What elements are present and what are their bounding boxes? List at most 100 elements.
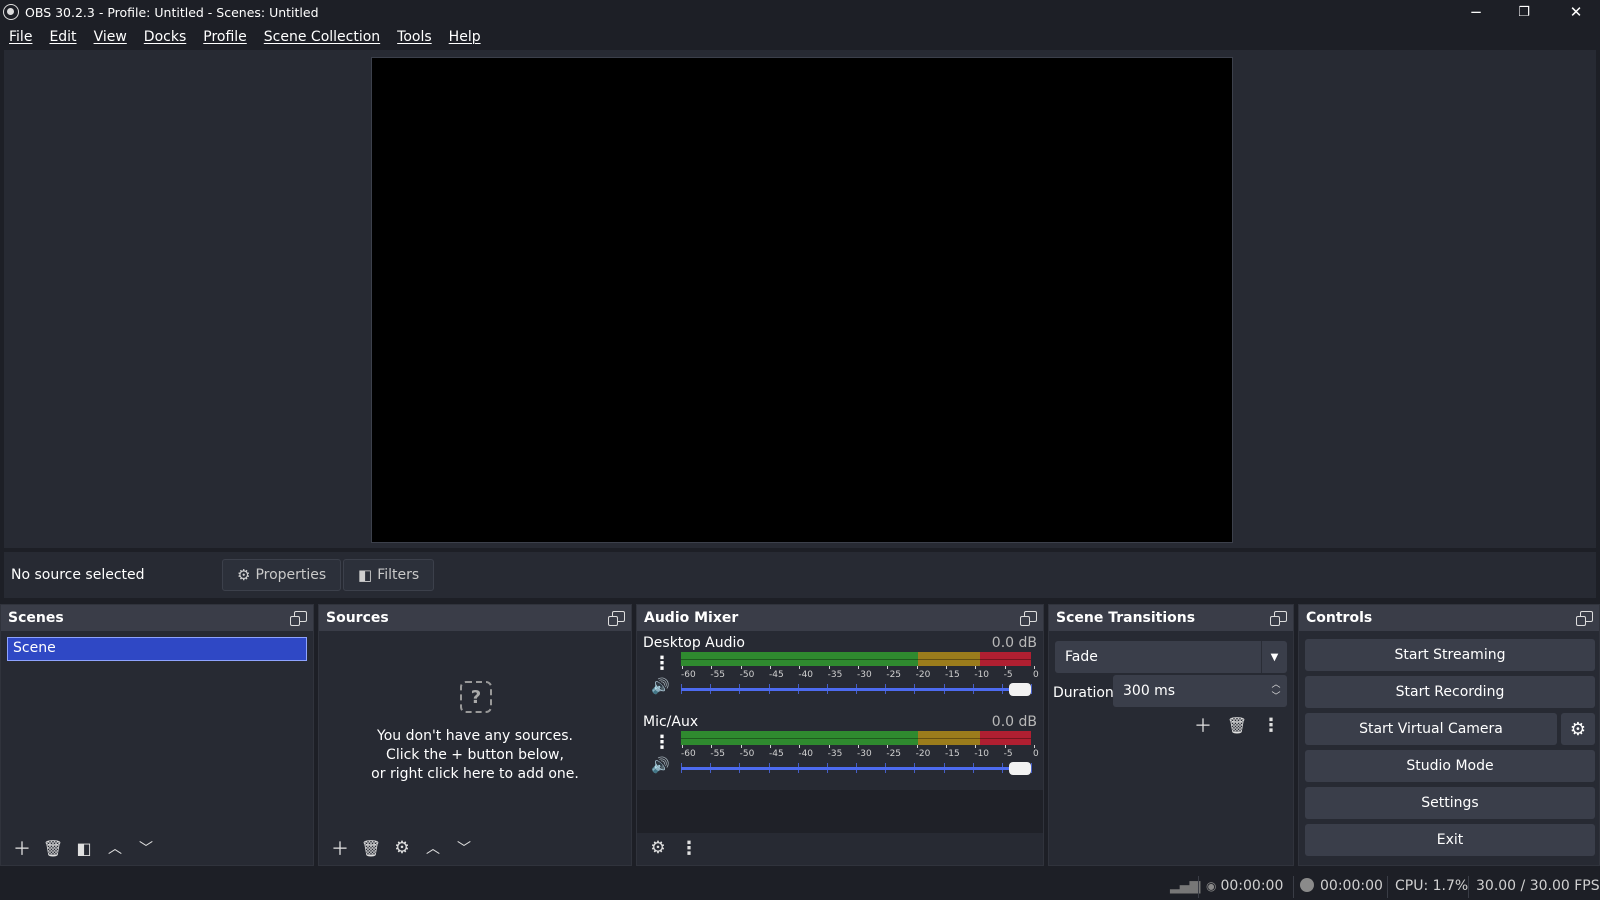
speaker-icon[interactable]: 🔊 xyxy=(651,756,673,776)
kebab-menu-icon[interactable]: ⋮ xyxy=(653,653,671,675)
transition-kebab-menu-icon[interactable]: ⋮ xyxy=(1256,711,1286,739)
menu-tools[interactable]: Tools xyxy=(388,29,440,45)
menu-bar: File Edit View Docks Profile Scene Colle… xyxy=(0,24,1600,50)
undock-icon[interactable] xyxy=(608,611,625,626)
start-virtual-camera-button[interactable]: Start Virtual Camera xyxy=(1305,713,1557,745)
mic-aux-channel: Mic/Aux 0.0 dB ⋮ -60 -55 -50 -45 -40 -35 -30 -2… xyxy=(643,714,1039,792)
status-divider xyxy=(1293,876,1294,898)
scene-transitions-dock: Scene Transitions Fade ▼ Duration 300 ms… xyxy=(1048,604,1294,866)
stream-status: ◉ 00:00:00 xyxy=(1206,878,1283,894)
volume-tick-mark xyxy=(826,763,828,773)
source-properties-gear-icon[interactable]: ⚙ xyxy=(387,834,417,862)
filter-icon: ◧ xyxy=(358,566,373,584)
volume-tick-mark xyxy=(1001,763,1003,773)
volume-tick-mark xyxy=(739,763,741,773)
kebab-menu-icon[interactable]: ⋮ xyxy=(653,732,671,754)
volume-tick-mark xyxy=(797,684,799,694)
volume-tick-mark xyxy=(768,763,770,773)
menu-edit[interactable]: Edit xyxy=(40,29,84,45)
meter-tick-label: -50 xyxy=(739,666,755,680)
menu-docks[interactable]: Docks xyxy=(135,29,194,45)
exit-button[interactable]: Exit xyxy=(1305,824,1595,856)
start-recording-button[interactable]: Start Recording xyxy=(1305,676,1595,708)
scenes-header: Scenes xyxy=(1,605,313,631)
transition-select[interactable]: Fade ▼ xyxy=(1055,641,1287,673)
volume-tick-mark xyxy=(710,763,712,773)
menu-profile[interactable]: Profile xyxy=(194,29,255,45)
scene-list-item[interactable]: Scene xyxy=(7,637,307,661)
cpu-usage: CPU: 1.7% xyxy=(1395,878,1469,894)
meter-tick-label: -20 xyxy=(915,666,931,680)
obs-logo-icon xyxy=(3,4,19,20)
remove-source-trash-icon[interactable]: 🗑 xyxy=(356,834,386,862)
filters-label: Filters xyxy=(377,567,420,583)
empty-sources-message[interactable]: You don't have any sources. Click the + … xyxy=(319,727,631,784)
add-source-plus-icon[interactable]: ＋ xyxy=(325,834,355,862)
scene-filter-icon[interactable]: ◧ xyxy=(69,834,99,862)
volume-tick-mark xyxy=(710,684,712,694)
scenes-toolbar: ＋ 🗑 ◧ ︿ ﹀ xyxy=(1,831,313,865)
transition-toolbar: ＋ 🗑 ⋮ xyxy=(1188,711,1287,739)
add-scene-plus-icon[interactable]: ＋ xyxy=(7,834,37,862)
scene-up-chevron-up-icon[interactable]: ︿ xyxy=(100,834,130,862)
menu-help[interactable]: Help xyxy=(440,29,489,45)
empty-line-1: You don't have any sources. xyxy=(377,728,573,744)
controls-header: Controls xyxy=(1299,605,1599,631)
volume-tick-mark xyxy=(856,684,857,694)
volume-tick-mark xyxy=(768,684,770,694)
filters-button[interactable]: ◧ Filters xyxy=(343,559,435,591)
meter-tick-label: -15 xyxy=(945,666,960,680)
remove-scene-trash-icon[interactable]: 🗑 xyxy=(38,834,68,862)
undock-icon[interactable] xyxy=(1576,611,1593,626)
properties-label: Properties xyxy=(255,567,327,583)
mixer-kebab-menu-icon[interactable]: ⋮ xyxy=(674,834,704,862)
gear-icon: ⚙ xyxy=(237,566,251,584)
channel-db: 0.0 dB xyxy=(991,635,1037,651)
undock-icon[interactable] xyxy=(1020,611,1037,626)
duration-label: Duration xyxy=(1053,685,1114,701)
spin-arrows[interactable]: ︿ ﹀ xyxy=(1265,675,1287,707)
channel-db: 0.0 dB xyxy=(991,714,1037,730)
advanced-audio-gear-icon[interactable]: ⚙ xyxy=(643,834,673,862)
menu-scene-collection[interactable]: Scene Collection xyxy=(255,29,388,45)
scene-down-chevron-down-icon[interactable]: ﹀ xyxy=(131,834,161,862)
add-transition-plus-icon[interactable]: ＋ xyxy=(1188,711,1218,739)
volume-slider-handle[interactable] xyxy=(1009,762,1031,775)
undock-icon[interactable] xyxy=(1270,611,1287,626)
menu-view[interactable]: View xyxy=(85,29,135,45)
volume-slider-handle[interactable] xyxy=(1009,683,1031,696)
undock-icon[interactable] xyxy=(290,611,307,626)
close-button[interactable]: ✕ xyxy=(1552,0,1600,24)
source-up-chevron-up-icon[interactable]: ︿ xyxy=(418,834,448,862)
duration-spinbox[interactable]: 300 ms ︿ ﹀ xyxy=(1113,675,1287,707)
meter-tick-label: -25 xyxy=(886,745,902,759)
volume-tick-mark xyxy=(972,684,974,694)
menu-file[interactable]: File xyxy=(0,29,40,45)
meter-tick-label: -45 xyxy=(769,745,784,759)
chevron-up-icon[interactable]: ︿ xyxy=(1271,679,1280,691)
meter-divider xyxy=(681,659,1031,660)
maximize-button[interactable]: ❐ xyxy=(1500,0,1548,24)
volume-tick-mark xyxy=(943,684,945,694)
remove-transition-trash-icon[interactable]: 🗑 xyxy=(1222,711,1252,739)
speaker-icon[interactable]: 🔊 xyxy=(651,677,673,697)
source-down-chevron-down-icon[interactable]: ﹀ xyxy=(449,834,479,862)
virtual-camera-gear-icon[interactable]: ⚙ xyxy=(1561,713,1595,745)
studio-mode-button[interactable]: Studio Mode xyxy=(1305,750,1595,782)
volume-tick-mark xyxy=(885,763,887,773)
properties-button[interactable]: ⚙ Properties xyxy=(222,559,342,591)
volume-tick-mark xyxy=(943,763,945,773)
channel-name: Desktop Audio xyxy=(643,635,745,651)
start-streaming-button[interactable]: Start Streaming xyxy=(1305,639,1595,671)
settings-button[interactable]: Settings xyxy=(1305,787,1595,819)
preview-canvas[interactable] xyxy=(371,57,1233,543)
meter-tick-label: -35 xyxy=(827,745,843,759)
chevron-down-icon[interactable]: ﹀ xyxy=(1271,691,1280,703)
broadcast-icon: ◉ xyxy=(1206,879,1217,893)
volume-tick-mark xyxy=(914,684,916,694)
minimize-button[interactable]: − xyxy=(1452,0,1500,24)
meter-tick-label: 0 xyxy=(1033,745,1039,759)
volume-tick-mark xyxy=(914,763,916,773)
controls-dock: Controls Start Streaming Start Recording… xyxy=(1298,604,1600,866)
volume-tick-mark xyxy=(826,684,828,694)
